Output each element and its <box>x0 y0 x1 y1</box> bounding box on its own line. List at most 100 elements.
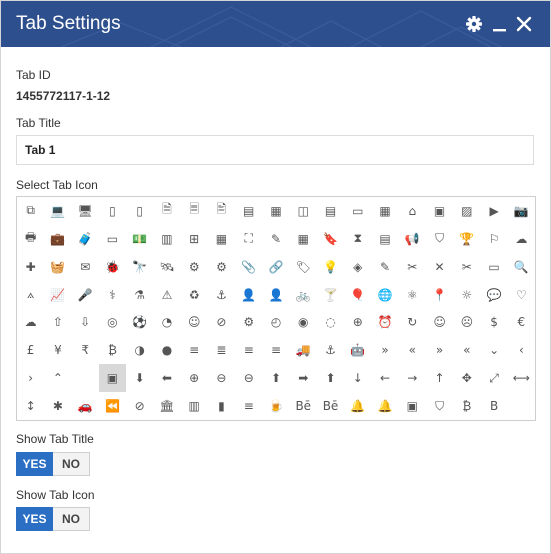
apple-icon[interactable] <box>72 364 99 392</box>
document-edit-icon[interactable]: 🖹 <box>208 197 235 225</box>
circle-arrow-up-icon[interactable]: ⬆ <box>262 364 289 392</box>
microphone-icon[interactable]: 🎤 <box>72 281 99 309</box>
contrast-icon[interactable]: ◑ <box>126 336 153 364</box>
dial-icon[interactable]: ◌ <box>317 309 344 337</box>
yen-circle-icon[interactable]: ¥ <box>44 336 71 364</box>
table-icon[interactable]: ⊞ <box>181 225 208 253</box>
arrow-up-icon[interactable]: ↑ <box>426 364 453 392</box>
archive-icon[interactable]: ▣ <box>98 364 127 393</box>
satellite-icon[interactable]: 🛰 <box>153 253 180 281</box>
tag-icon[interactable]: 🏷 <box>290 253 317 281</box>
files-icon[interactable]: ⧉ <box>17 197 44 225</box>
smile-icon[interactable]: ☺ <box>426 309 453 337</box>
bicycle-alt-icon[interactable]: ▣ <box>399 392 426 420</box>
list-box-icon[interactable]: ▤ <box>317 197 344 225</box>
calculator-icon[interactable]: ▦ <box>290 225 317 253</box>
basket-icon[interactable]: 🧺 <box>44 253 71 281</box>
line-chart-icon[interactable]: 📈 <box>44 281 71 309</box>
circle-arrow-down-icon[interactable]: ⬇ <box>126 364 153 392</box>
arrows-horizontal-icon[interactable]: ⟷ <box>508 364 535 392</box>
show-tab-icon-yes-button[interactable]: YES <box>16 507 53 531</box>
asterisk-icon[interactable]: ✱ <box>44 392 71 420</box>
cloud-download-icon[interactable]: ⇩ <box>72 309 99 337</box>
android-icon[interactable]: 🤖 <box>344 336 371 364</box>
anchor-outline-icon[interactable]: ⚓ <box>208 281 235 309</box>
photo-icon[interactable]: ▣ <box>426 197 453 225</box>
bell-icon[interactable]: 🔔 <box>344 392 371 420</box>
circle-arrow-up-alt-icon[interactable]: ⬆ <box>317 364 344 392</box>
rupee-circle-icon[interactable]: ₹ <box>72 336 99 364</box>
truck-icon[interactable]: 🚚 <box>290 336 317 364</box>
warning-icon[interactable]: ⚠ <box>153 281 180 309</box>
clock-icon[interactable]: ◔ <box>153 309 180 337</box>
presentation-icon[interactable]: ⌂ <box>399 197 426 225</box>
menu-icon[interactable]: ≡ <box>235 392 262 420</box>
alarm-icon[interactable]: ⏰ <box>371 309 398 337</box>
tab-title-input[interactable] <box>16 135 534 165</box>
image-icon[interactable]: ▨ <box>453 197 480 225</box>
globe-stand-icon[interactable]: 🌐 <box>371 281 398 309</box>
bicycle-icon[interactable]: 🚲 <box>290 281 317 309</box>
cloud-icon[interactable]: ☁ <box>17 309 44 337</box>
crop-icon[interactable]: ⛶ <box>235 225 262 253</box>
compass-draw-icon[interactable]: ⟑ <box>17 281 44 309</box>
double-chevron-down-icon[interactable]: » <box>371 336 398 364</box>
grid-icon[interactable]: ▦ <box>208 225 235 253</box>
double-chevron-left-icon[interactable]: « <box>399 336 426 364</box>
crosshair-icon[interactable]: ⊕ <box>344 309 371 337</box>
bug-icon[interactable]: 🐞 <box>99 253 126 281</box>
close-button[interactable] <box>513 13 535 35</box>
layers-icon[interactable]: ◈ <box>344 253 371 281</box>
car-icon[interactable]: 🚗 <box>72 392 99 420</box>
paperclip-icon[interactable]: 📎 <box>235 253 262 281</box>
face-icon[interactable]: ☺ <box>181 309 208 337</box>
soccer-ball-icon[interactable]: ⚽ <box>126 309 153 337</box>
barcode-icon[interactable]: ▮ <box>208 392 235 420</box>
bitbucket-icon[interactable]: ⛉ <box>426 392 453 420</box>
balloon-icon[interactable]: 🎈 <box>344 281 371 309</box>
book-open-icon[interactable]: ◫ <box>290 197 317 225</box>
pencil-box-icon[interactable]: ✎ <box>262 225 289 253</box>
disk-icon[interactable]: ● <box>153 336 180 364</box>
align-right-icon[interactable]: ≡ <box>262 336 289 364</box>
paint-roller-icon[interactable]: ▭ <box>480 253 507 281</box>
cloud-upload-icon[interactable]: ⇧ <box>44 309 71 337</box>
align-justify-icon[interactable]: ≣ <box>208 336 235 364</box>
flask-icon[interactable]: ⚗ <box>126 281 153 309</box>
document-icon[interactable]: 🗎 <box>153 197 180 225</box>
show-tab-icon-no-button[interactable]: NO <box>53 507 90 531</box>
camera-icon[interactable]: 📷 <box>508 197 535 225</box>
shield-icon[interactable]: ⛉ <box>426 225 453 253</box>
gbp-circle-icon[interactable]: £ <box>17 336 44 364</box>
beer-icon[interactable]: 🍺 <box>262 392 289 420</box>
recycle-icon[interactable]: ♻ <box>181 281 208 309</box>
chevron-up-icon[interactable]: ⌃ <box>44 364 71 392</box>
heart-icon[interactable]: ♡ <box>508 281 535 309</box>
puzzle-icon[interactable]: ✚ <box>17 253 44 281</box>
monitor-icon[interactable]: 🖥 <box>72 197 99 225</box>
location-pin-icon[interactable]: 📍 <box>426 281 453 309</box>
chevron-down-icon[interactable]: ⌄ <box>480 336 507 364</box>
arrows-vertical-icon[interactable]: ↕ <box>17 392 44 420</box>
double-chevron-right-icon[interactable]: » <box>426 336 453 364</box>
user-icon[interactable]: 👤 <box>235 281 262 309</box>
circle-minus-icon[interactable]: ⊖ <box>235 364 262 392</box>
hourglass-icon[interactable]: ⧗ <box>344 225 371 253</box>
behance-square-icon[interactable]: Bē <box>317 392 344 420</box>
magnifier-icon[interactable]: 🔍 <box>508 253 535 281</box>
circle-arrow-left-icon[interactable]: ⬅ <box>153 364 180 392</box>
anchor-icon[interactable]: ⚓ <box>317 336 344 364</box>
sad-icon[interactable]: ☹ <box>453 309 480 337</box>
printer-icon[interactable]: 🖶 <box>17 225 44 253</box>
newspaper-icon[interactable]: ▦ <box>262 197 289 225</box>
show-tab-title-no-button[interactable]: NO <box>53 452 90 476</box>
cloud-network-icon[interactable]: ☁ <box>508 225 535 253</box>
telescope-icon[interactable]: 🔭 <box>126 253 153 281</box>
settings-button[interactable] <box>463 13 485 35</box>
settings-circle-icon[interactable]: ⚙ <box>235 309 262 337</box>
refresh-icon[interactable]: ↻ <box>399 309 426 337</box>
arrow-right-icon[interactable]: → <box>399 364 426 392</box>
align-center-icon[interactable]: ≡ <box>181 336 208 364</box>
cog-icon[interactable]: ⚙ <box>208 253 235 281</box>
flag-icon[interactable]: ⚐ <box>480 225 507 253</box>
